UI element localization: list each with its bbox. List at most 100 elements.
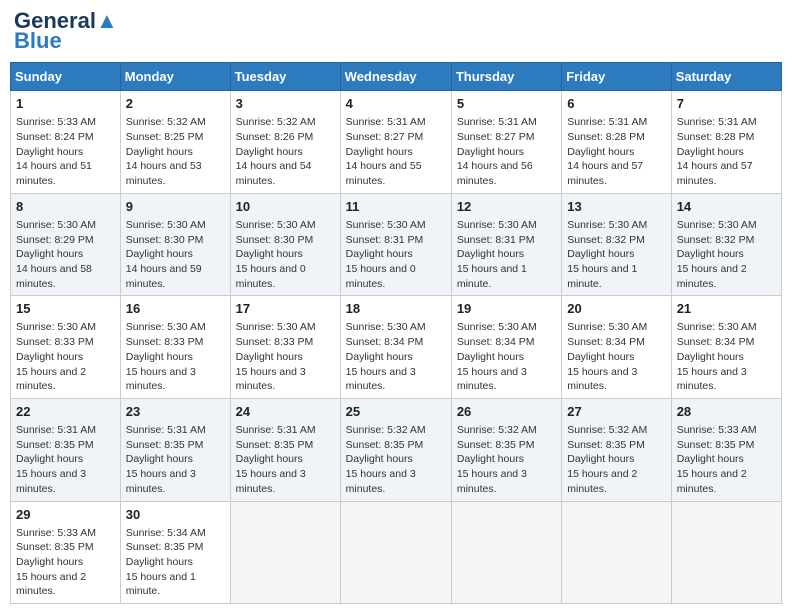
daylight-duration: 14 hours and 56 minutes. <box>457 160 533 187</box>
logo: General▲ Blue <box>14 10 118 54</box>
daylight-duration: 14 hours and 59 minutes. <box>126 263 202 290</box>
sunset-text: Sunset: 8:33 PM <box>16 336 94 348</box>
sunset-text: Sunset: 8:35 PM <box>16 439 94 451</box>
sunrise-text: Sunrise: 5:30 AM <box>346 219 426 231</box>
sunrise-text: Sunrise: 5:30 AM <box>16 321 96 333</box>
daylight-duration: 15 hours and 3 minutes. <box>567 366 637 393</box>
calendar-cell: 23Sunrise: 5:31 AMSunset: 8:35 PMDayligh… <box>120 398 230 501</box>
sunset-text: Sunset: 8:34 PM <box>346 336 424 348</box>
header-monday: Monday <box>120 63 230 91</box>
header-tuesday: Tuesday <box>230 63 340 91</box>
sunset-text: Sunset: 8:30 PM <box>126 234 204 246</box>
sunrise-text: Sunrise: 5:33 AM <box>16 116 96 128</box>
calendar-cell: 17Sunrise: 5:30 AMSunset: 8:33 PMDayligh… <box>230 296 340 399</box>
sunset-text: Sunset: 8:34 PM <box>677 336 755 348</box>
day-number: 25 <box>346 403 446 421</box>
daylight-duration: 15 hours and 3 minutes. <box>346 468 416 495</box>
calendar-cell: 2Sunrise: 5:32 AMSunset: 8:25 PMDaylight… <box>120 91 230 194</box>
calendar-cell: 18Sunrise: 5:30 AMSunset: 8:34 PMDayligh… <box>340 296 451 399</box>
daylight-duration: 15 hours and 2 minutes. <box>677 468 747 495</box>
sunrise-text: Sunrise: 5:30 AM <box>457 219 537 231</box>
sunset-text: Sunset: 8:28 PM <box>567 131 645 143</box>
page-header: General▲ Blue <box>10 10 782 54</box>
calendar-cell <box>340 501 451 604</box>
day-number: 28 <box>677 403 776 421</box>
sunrise-text: Sunrise: 5:33 AM <box>16 527 96 539</box>
calendar-cell: 29Sunrise: 5:33 AMSunset: 8:35 PMDayligh… <box>11 501 121 604</box>
daylight-label: Daylight hours <box>346 351 413 363</box>
day-number: 30 <box>126 506 225 524</box>
sunset-text: Sunset: 8:27 PM <box>346 131 424 143</box>
calendar-cell: 24Sunrise: 5:31 AMSunset: 8:35 PMDayligh… <box>230 398 340 501</box>
calendar-week-row: 22 Sunrise: 5:31 AM Sunset: 8:35 PM Dayligh… <box>11 398 782 501</box>
daylight-label: Daylight hours <box>567 351 634 363</box>
sunrise-text: Sunrise: 5:32 AM <box>346 424 426 436</box>
day-number: 19 <box>457 300 556 318</box>
daylight-duration: 14 hours and 58 minutes. <box>16 263 92 290</box>
day-number: 15 <box>16 300 115 318</box>
sunset-text: Sunset: 8:34 PM <box>567 336 645 348</box>
daylight-label: Daylight hours <box>677 351 744 363</box>
day-number: 22 <box>16 403 115 421</box>
calendar-cell: 6Sunrise: 5:31 AMSunset: 8:28 PMDaylight… <box>562 91 671 194</box>
daylight-label: Daylight hours <box>16 453 83 465</box>
daylight-label: Daylight hours <box>16 351 83 363</box>
sunset-text: Sunset: 8:26 PM <box>236 131 314 143</box>
daylight-duration: 15 hours and 2 minutes. <box>567 468 637 495</box>
calendar-week-row: 8Sunrise: 5:30 AMSunset: 8:29 PMDaylight… <box>11 193 782 296</box>
sunrise-text: Sunrise: 5:30 AM <box>567 219 647 231</box>
header-saturday: Saturday <box>671 63 781 91</box>
sunrise-text: Sunrise: 5:31 AM <box>16 424 96 436</box>
day-number: 23 <box>126 403 225 421</box>
sunrise-text: Sunrise: 5:32 AM <box>236 116 316 128</box>
day-number: 12 <box>457 198 556 216</box>
sunset-text: Sunset: 8:29 PM <box>16 234 94 246</box>
calendar-cell: 4Sunrise: 5:31 AMSunset: 8:27 PMDaylight… <box>340 91 451 194</box>
daylight-duration: 15 hours and 3 minutes. <box>126 468 196 495</box>
calendar-cell: 5Sunrise: 5:31 AMSunset: 8:27 PMDaylight… <box>451 91 561 194</box>
sunrise-text: Sunrise: 5:30 AM <box>236 321 316 333</box>
daylight-label: Daylight hours <box>16 556 83 568</box>
sunset-text: Sunset: 8:35 PM <box>567 439 645 451</box>
daylight-duration: 15 hours and 1 minute. <box>126 571 196 598</box>
header-friday: Friday <box>562 63 671 91</box>
day-number: 10 <box>236 198 335 216</box>
daylight-label: Daylight hours <box>457 248 524 260</box>
daylight-duration: 14 hours and 54 minutes. <box>236 160 312 187</box>
sunrise-text: Sunrise: 5:31 AM <box>567 116 647 128</box>
daylight-duration: 15 hours and 3 minutes. <box>346 366 416 393</box>
day-number: 3 <box>236 95 335 113</box>
sunset-text: Sunset: 8:28 PM <box>677 131 755 143</box>
sunset-text: Sunset: 8:30 PM <box>236 234 314 246</box>
daylight-duration: 15 hours and 3 minutes. <box>677 366 747 393</box>
sunset-text: Sunset: 8:35 PM <box>677 439 755 451</box>
daylight-duration: 15 hours and 1 minute. <box>457 263 527 290</box>
logo-blue: Blue <box>14 28 62 54</box>
sunrise-text: Sunrise: 5:34 AM <box>126 527 206 539</box>
sunrise-text: Sunrise: 5:30 AM <box>457 321 537 333</box>
calendar-cell: 19Sunrise: 5:30 AMSunset: 8:34 PMDayligh… <box>451 296 561 399</box>
header-wednesday: Wednesday <box>340 63 451 91</box>
day-number: 20 <box>567 300 665 318</box>
sunrise-text: Sunrise: 5:32 AM <box>567 424 647 436</box>
day-number: 5 <box>457 95 556 113</box>
calendar-cell <box>562 501 671 604</box>
calendar-cell: 22 Sunrise: 5:31 AM Sunset: 8:35 PM Dayligh… <box>11 398 121 501</box>
day-number: 11 <box>346 198 446 216</box>
day-number: 1 <box>16 95 115 113</box>
daylight-label: Daylight hours <box>567 146 634 158</box>
sunset-text: Sunset: 8:32 PM <box>567 234 645 246</box>
daylight-label: Daylight hours <box>567 453 634 465</box>
calendar-cell: 8Sunrise: 5:30 AMSunset: 8:29 PMDaylight… <box>11 193 121 296</box>
daylight-label: Daylight hours <box>457 453 524 465</box>
sunrise-text: Sunrise: 5:30 AM <box>567 321 647 333</box>
calendar-cell: 12 Sunrise: 5:30 AM Sunset: 8:31 PM Dayligh… <box>451 193 561 296</box>
calendar-week-row: 1Sunrise: 5:33 AMSunset: 8:24 PMDaylight… <box>11 91 782 194</box>
day-number: 7 <box>677 95 776 113</box>
daylight-duration: 15 hours and 3 minutes. <box>457 468 527 495</box>
daylight-duration: 15 hours and 3 minutes. <box>236 468 306 495</box>
day-number: 9 <box>126 198 225 216</box>
daylight-duration: 14 hours and 57 minutes. <box>677 160 753 187</box>
sunset-text: Sunset: 8:31 PM <box>457 234 535 246</box>
calendar-cell: 13Sunrise: 5:30 AMSunset: 8:32 PMDayligh… <box>562 193 671 296</box>
